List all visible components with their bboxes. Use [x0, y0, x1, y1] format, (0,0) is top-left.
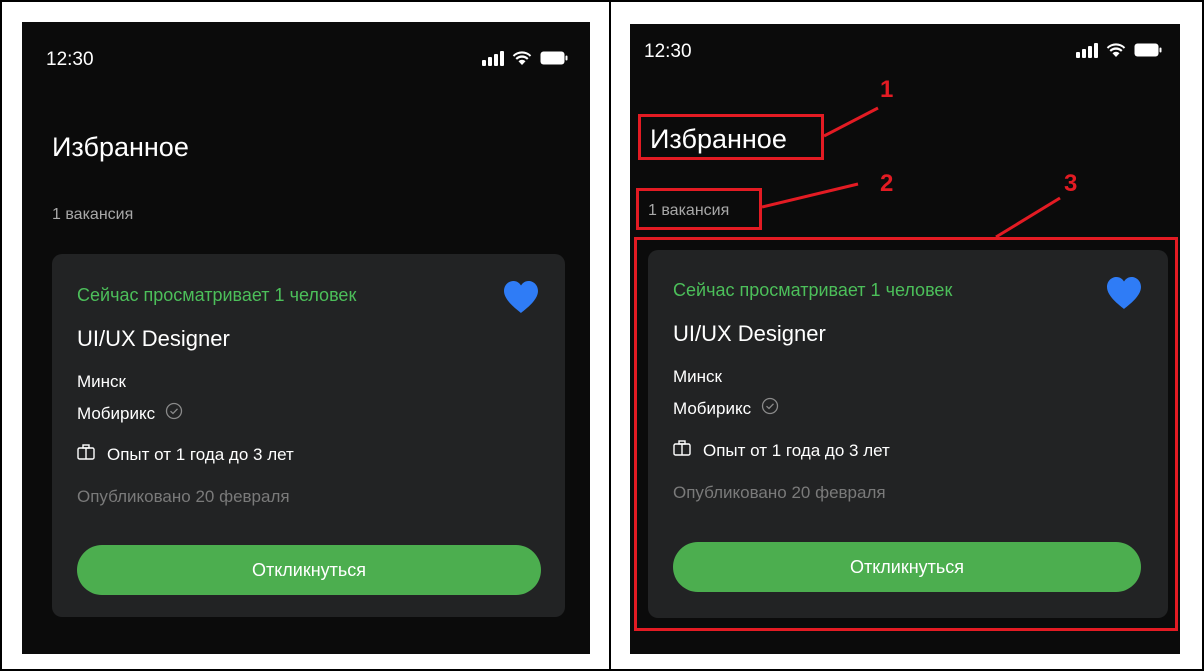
status-bar: 12:30 — [22, 22, 590, 92]
viewers-label: Сейчас просматривает 1 человек — [77, 285, 357, 305]
published-date: Опубликовано 20 февраля — [77, 487, 290, 506]
job-card[interactable]: Сейчас просматривает 1 человек UI/UX Des… — [52, 254, 565, 617]
company-name: Мобирикс — [77, 403, 156, 423]
page-title: Избранное — [52, 132, 189, 162]
verified-check-icon — [165, 402, 183, 425]
annotation-number-3: 3 — [1064, 170, 1078, 197]
phone-screen-annotated: 12:30 Избранное 1 вакансия Сейчас просма… — [630, 24, 1180, 654]
briefcase-icon — [77, 444, 95, 465]
battery-icon — [540, 51, 568, 65]
panel-divider — [609, 0, 611, 671]
phone-screen-original: 12:30 Избранное 1 вакансия Сейчас просма… — [22, 22, 590, 654]
heart-icon[interactable] — [502, 280, 540, 319]
annotation-number-1: 1 — [880, 76, 894, 103]
company-row: Мобирикс — [77, 402, 183, 425]
job-title: UI/UX Designer — [77, 326, 230, 351]
apply-button[interactable]: Откликнуться — [77, 545, 541, 595]
vacancy-count: 1 вакансия — [52, 206, 134, 223]
signal-icon — [482, 50, 504, 66]
experience-row: Опыт от 1 года до 3 лет — [77, 444, 294, 465]
status-time: 12:30 — [46, 49, 94, 70]
wifi-icon — [512, 50, 532, 66]
annotation-number-2: 2 — [880, 170, 894, 197]
status-icons — [482, 50, 568, 66]
job-city: Минск — [77, 372, 126, 391]
experience-text: Опыт от 1 года до 3 лет — [107, 444, 294, 464]
annotation-leader-lines — [761, 106, 1061, 239]
